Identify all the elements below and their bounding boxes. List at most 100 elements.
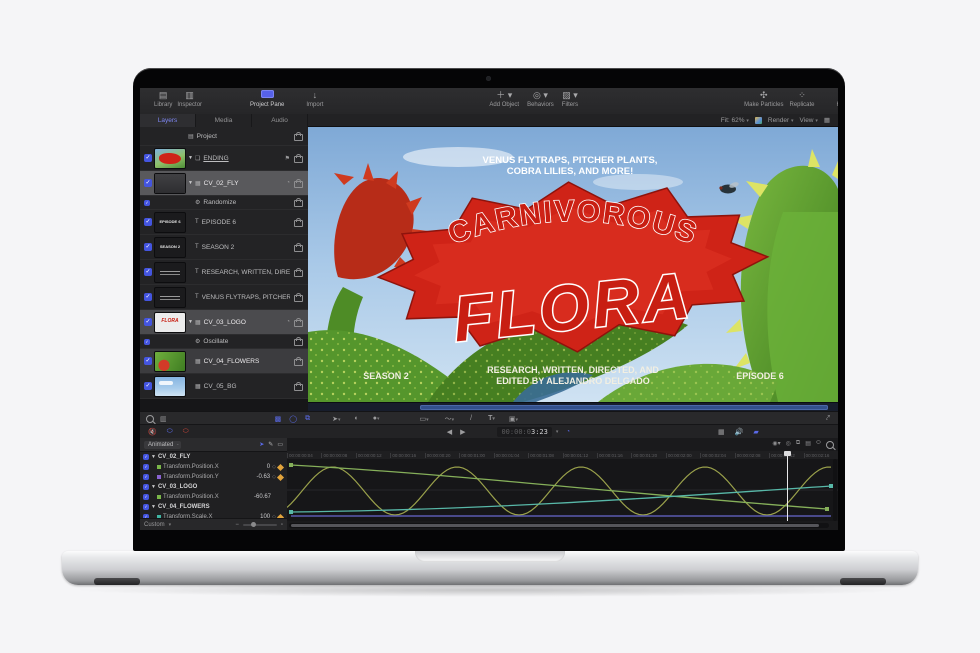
lock-icon[interactable] xyxy=(294,295,303,302)
curve-checkbox[interactable]: ✓ xyxy=(143,474,149,480)
new-group-icon[interactable]: ▩ xyxy=(275,415,282,423)
lock-icon[interactable] xyxy=(294,220,303,227)
line-tool[interactable]: / xyxy=(470,415,472,422)
layer-row-episode6[interactable]: ✓ EPISODE 6 T EPISODE 6 xyxy=(140,210,308,235)
keyframe-diamond-icon[interactable] xyxy=(277,463,284,470)
timecode-dropdown-icon[interactable]: ▾ xyxy=(556,429,559,435)
zoom-fit-icon[interactable]: ▫ xyxy=(281,522,283,528)
sketch-keyframes-tool[interactable]: ✎ xyxy=(268,441,273,448)
zoom-level-dropdown[interactable]: Fit: 62% ▾ xyxy=(721,117,749,124)
curve-group-row[interactable]: ✓ ▼ CV_03_LOGO xyxy=(140,482,287,492)
edit-keyframes-tool[interactable]: ➤ xyxy=(259,441,264,448)
transform-tool[interactable]: ◐ xyxy=(354,415,358,422)
curve-param-row[interactable]: ✓ Transform.Position.X -60.67 xyxy=(140,492,287,502)
layer-checkbox[interactable]: ✓ xyxy=(144,268,152,276)
curve-view-dropdown-icon[interactable]: ◉▾ xyxy=(772,440,780,449)
layer-row-cv04-flowers[interactable]: ✓ ▦ CV_04_FLOWERS xyxy=(140,349,308,374)
keyframe-nav-icon[interactable]: ◇ xyxy=(272,464,276,470)
layer-row-season2[interactable]: ✓ SEASON 2 T SEASON 2 xyxy=(140,235,308,260)
timecode-display[interactable]: 00:00:03:23 xyxy=(497,427,551,437)
render-dropdown[interactable]: Render ▾ xyxy=(768,117,794,124)
timing-icon[interactable]: ◔ xyxy=(566,429,570,435)
library-button[interactable]: ▤ Library xyxy=(154,90,172,109)
horizontal-scrollbar[interactable] xyxy=(289,523,829,528)
adjust-item-tool[interactable]: ●▾ xyxy=(373,415,380,422)
layer-row-ending[interactable]: ✓ ▼ ❏ ENDING ⚑ xyxy=(140,146,308,171)
tab-audio[interactable]: Audio xyxy=(252,114,308,127)
disclosure-triangle-icon[interactable]: ▼ xyxy=(151,484,156,490)
lock-icon[interactable] xyxy=(294,359,303,366)
record-icon[interactable]: ⬭ xyxy=(183,428,189,436)
view-layout-icon[interactable]: ▦ xyxy=(824,116,830,124)
tab-layers[interactable]: Layers xyxy=(140,114,196,127)
graph-zoom-icon[interactable] xyxy=(826,441,834,449)
lock-icon[interactable] xyxy=(294,156,303,163)
lock-icon[interactable] xyxy=(294,320,303,327)
curve-set-dropdown-icon[interactable]: ▾ xyxy=(169,522,172,528)
show-curves-icon[interactable]: ⬭ xyxy=(816,440,821,449)
keyframe-graph[interactable] xyxy=(287,459,838,521)
layer-row-cv03-logo[interactable]: ✓ FLORA ▼ ▦ CV_03_LOGO ◔ xyxy=(140,310,308,335)
new-layer-icon[interactable]: ⧉ xyxy=(305,415,310,423)
curve-checkbox[interactable]: ✓ xyxy=(143,464,149,470)
disclosure-triangle-icon[interactable]: ▼ xyxy=(151,504,156,510)
auto-scale-icon[interactable]: ◎ xyxy=(786,440,791,449)
curve-checkbox[interactable]: ✓ xyxy=(143,454,149,460)
inspector-button[interactable]: ▥ Inspector xyxy=(177,90,202,109)
add-object-button[interactable]: ＋ ▾ Add Object xyxy=(489,90,519,109)
layer-checkbox[interactable]: ✓ xyxy=(144,243,152,251)
curve-checkbox[interactable]: ✓ xyxy=(143,494,149,500)
canvas-viewport[interactable]: CARNIVOROUS FLORA VENUS FLYTRAPS, PITCHE… xyxy=(308,127,838,402)
layer-row-research[interactable]: ✓ T RESEARCH, WRITTEN, DIRECT... xyxy=(140,260,308,285)
layer-checkbox[interactable]: ✓ xyxy=(144,357,152,365)
layer-row-cv05-bg[interactable]: ✓ ▦ CV_05_BG xyxy=(140,374,308,399)
filter-list-icon[interactable]: ▥ xyxy=(160,415,167,423)
layer-checkbox[interactable]: ✓ xyxy=(144,218,152,226)
import-button[interactable]: ↓ Import xyxy=(306,90,323,109)
lock-icon[interactable] xyxy=(294,134,303,141)
link-icon[interactable]: ⤤ xyxy=(826,415,830,423)
layer-row-randomize[interactable]: ✓ ⚙ Randomize xyxy=(140,196,308,210)
behaviors-button[interactable]: ◎ ▾ Behaviors xyxy=(527,90,554,109)
layer-checkbox[interactable]: ✓ xyxy=(144,154,152,162)
layer-row-venus[interactable]: ✓ T VENUS FLYTRAPS, PITCHER P... xyxy=(140,285,308,310)
bezier-tool[interactable]: 〜▾ xyxy=(445,414,455,424)
zoom-out-icon[interactable]: − xyxy=(235,522,239,528)
behavior-checkbox[interactable]: ✓ xyxy=(144,200,150,206)
keyframe-nav-icon[interactable]: ◇ xyxy=(272,474,276,480)
select-tool[interactable]: ➤▾ xyxy=(332,415,340,423)
rectangle-tool[interactable]: ▭▾ xyxy=(419,415,428,423)
box-select-tool[interactable]: ▭ xyxy=(277,441,283,448)
image-mask-tool[interactable]: ▣▾ xyxy=(509,415,518,423)
curve-param-row[interactable]: ✓ Transform.Position.X 0 ◇ xyxy=(140,462,287,472)
curve-checkbox[interactable]: ✓ xyxy=(143,484,149,490)
previous-frame-button[interactable]: ◀ xyxy=(447,428,452,436)
hud-button[interactable]: ▣ HUD xyxy=(837,90,839,109)
lock-icon[interactable] xyxy=(294,181,303,188)
lock-icon[interactable] xyxy=(294,384,303,391)
replicate-button[interactable]: ⁘ Replicate xyxy=(789,90,814,109)
layer-checkbox[interactable]: ✓ xyxy=(144,382,152,390)
layer-checkbox[interactable]: ✓ xyxy=(144,293,152,301)
layer-row-cv02-fly[interactable]: ✓ ▼ ▦ CV_02_FLY ◔ xyxy=(140,171,308,196)
show-timeline-icon[interactable]: ▦ xyxy=(718,428,725,436)
curve-set-dropdown[interactable]: Custom xyxy=(144,522,165,528)
show-keyframe-editor-icon[interactable]: ▰ xyxy=(753,428,758,436)
vertical-scrollbar[interactable] xyxy=(833,459,837,521)
lock-icon[interactable] xyxy=(294,339,303,346)
curve-param-row[interactable]: ✓ Transform.Position.Y -0.63 ◇ xyxy=(140,472,287,482)
view-dropdown[interactable]: View ▾ xyxy=(800,117,818,124)
disclosure-triangle-icon[interactable]: ▼ xyxy=(188,319,193,325)
disclosure-triangle-icon[interactable]: ▼ xyxy=(188,180,193,186)
mute-audio-icon[interactable]: 🔇 xyxy=(148,428,157,436)
snapshot-camera-icon[interactable]: ▤ xyxy=(805,440,811,449)
loop-icon[interactable]: ⬭ xyxy=(167,428,173,436)
curve-filter-dropdown[interactable]: Animated xyxy=(144,441,181,449)
curve-checkbox[interactable]: ✓ xyxy=(143,504,149,510)
fit-curves-icon[interactable]: ⧉ xyxy=(796,440,800,449)
show-audio-icon[interactable]: 🔊 xyxy=(735,428,744,436)
channels-swatch-icon[interactable] xyxy=(755,117,762,124)
text-tool[interactable]: T▾ xyxy=(488,415,495,422)
lock-icon[interactable] xyxy=(294,245,303,252)
behavior-checkbox[interactable]: ✓ xyxy=(144,339,150,345)
